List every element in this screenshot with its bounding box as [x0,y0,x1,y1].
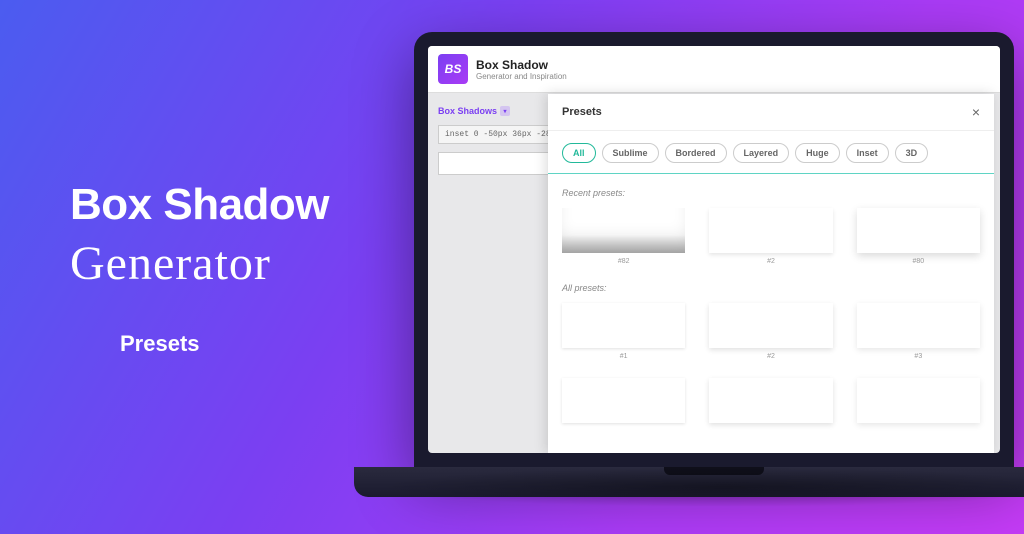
preset-preview [709,208,832,253]
preset-item[interactable]: #1 [562,303,685,360]
preset-preview [857,303,980,348]
preset-label: #1 [562,353,685,360]
app-subtitle: Generator and Inspiration [476,72,567,81]
preset-item[interactable] [857,378,980,428]
all-presets-grid: #1 #2 #3 [562,303,980,360]
preset-label: #2 [709,258,832,265]
preset-preview [857,208,980,253]
app-logo: BS [438,54,468,84]
tab-layered[interactable]: Layered [733,143,790,163]
app-title: Box Shadow [476,58,567,72]
preset-preview [562,378,685,423]
tab-bordered[interactable]: Bordered [665,143,727,163]
hero-title: Box Shadow [70,180,329,230]
close-icon[interactable]: × [972,104,980,120]
preset-item[interactable] [709,378,832,428]
laptop-screen: BS Box Shadow Generator and Inspiration … [414,32,1014,467]
app-header: BS Box Shadow Generator and Inspiration [428,46,1000,93]
preset-item[interactable]: #2 [709,208,832,265]
modal-header: Presets × [548,94,994,131]
preset-preview [562,208,685,253]
tab-sublime[interactable]: Sublime [602,143,659,163]
preset-label: #82 [562,258,685,265]
preset-item[interactable] [562,378,685,428]
preset-preview [709,303,832,348]
laptop-shadow [374,467,1024,507]
filter-tabs: All Sublime Bordered Layered Huge Inset … [548,131,994,174]
all-presets-grid-2 [562,378,980,428]
all-presets-label: All presets: [562,283,980,293]
preset-preview [857,378,980,423]
hero-text: Box Shadow Generator Presets [70,180,329,357]
sidebar-label: Box Shadows [438,106,497,116]
tab-inset[interactable]: Inset [846,143,889,163]
tab-all[interactable]: All [562,143,596,163]
preset-item[interactable]: #80 [857,208,980,265]
recent-presets-grid: #82 #2 #80 [562,208,980,265]
presets-modal: Presets × All Sublime Bordered Layered H… [548,94,994,453]
preset-item[interactable]: #2 [709,303,832,360]
laptop-mockup: BS Box Shadow Generator and Inspiration … [414,32,1024,497]
preset-item[interactable]: #82 [562,208,685,265]
preset-preview [709,378,832,423]
modal-body[interactable]: Recent presets: #82 #2 #80 [548,174,994,453]
chevron-down-icon: ▾ [500,106,510,116]
tab-3d[interactable]: 3D [895,143,929,163]
recent-presets-label: Recent presets: [562,188,980,198]
modal-title: Presets [562,106,602,118]
app-window: BS Box Shadow Generator and Inspiration … [428,46,1000,453]
tab-huge[interactable]: Huge [795,143,840,163]
preset-label: #3 [857,353,980,360]
preset-preview [562,303,685,348]
preset-label: #80 [857,258,980,265]
preset-label: #2 [709,353,832,360]
preset-item[interactable]: #3 [857,303,980,360]
sidebar-section-toggle[interactable]: Box Shadows ▾ [438,106,510,116]
hero-subtitle: Presets [120,331,329,357]
hero-script: Generator [70,236,329,291]
